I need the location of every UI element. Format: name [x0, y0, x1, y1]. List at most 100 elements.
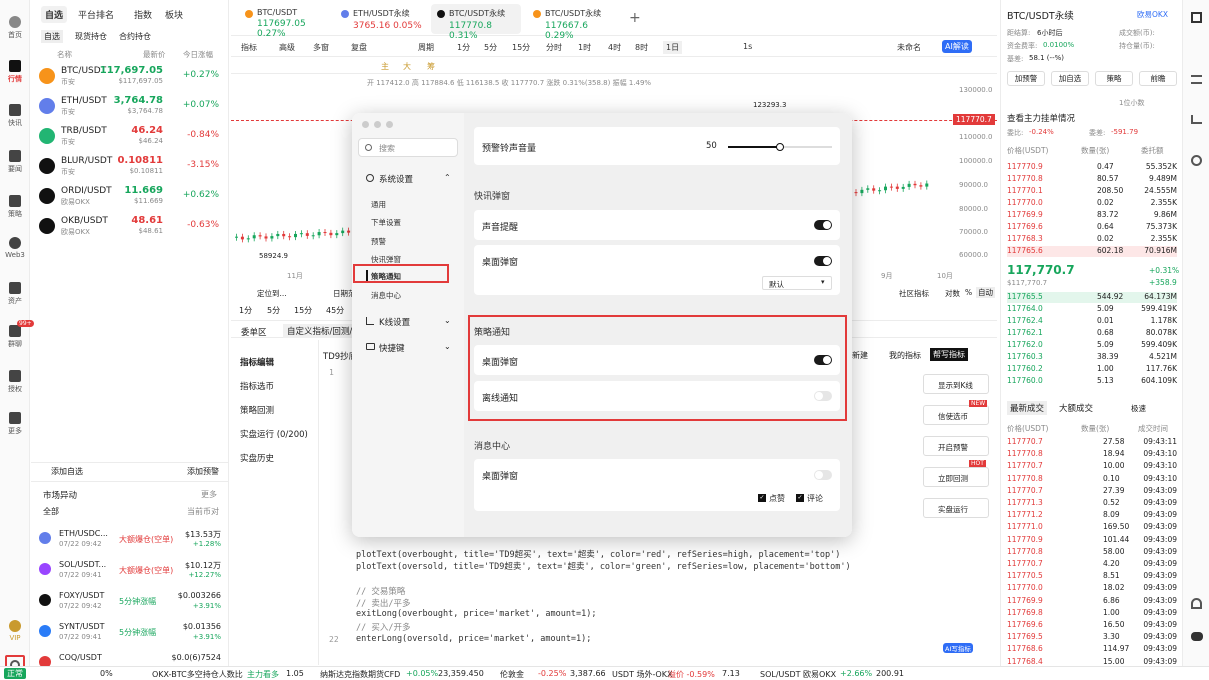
nav-chat[interactable]: 群聊 99+ [0, 320, 34, 349]
col-change[interactable]: 今日涨幅 [183, 49, 213, 60]
ask-row[interactable]: 117770.0 0.02 2.355K [1007, 198, 1177, 209]
comment-checkbox[interactable]: ✓ [796, 494, 804, 502]
alert-row[interactable]: ETH/USDC... 07/22 09:42 大额爆仓(空单) $13.53万… [37, 526, 225, 554]
bid-row[interactable]: 117762.1 0.68 80.078K [1007, 328, 1177, 339]
bid-row[interactable]: 117764.0 5.09 599.419K [1007, 304, 1177, 315]
desktop-popup-toggle[interactable] [814, 256, 832, 266]
ask-row[interactable]: 117769.6 0.64 75.373K [1007, 222, 1177, 233]
like-checkbox[interactable]: ✓ [758, 494, 766, 502]
ask-row[interactable]: 117769.9 83.72 9.86M [1007, 210, 1177, 221]
period-1m[interactable]: 1分 [239, 305, 252, 316]
nav-authorize[interactable]: 授权 [0, 370, 30, 394]
side-live-history[interactable]: 实盘历史 [240, 452, 274, 464]
tb-1m[interactable]: 1分 [457, 42, 470, 53]
editor-action-button[interactable]: 信使选币 [923, 405, 989, 425]
symbol-tab[interactable]: ETH/USDT永续 3765.16 0.05% [335, 4, 425, 34]
book-action-button[interactable]: 加自选 [1051, 71, 1089, 86]
tab-platform-rank[interactable]: 平台排名 [78, 8, 114, 21]
log-toggle[interactable]: 对数 [945, 288, 960, 299]
add-alert-button[interactable]: 添加预警 [187, 466, 219, 477]
settings-general[interactable]: 通用 [371, 199, 386, 210]
nav-headlines[interactable]: 要闻 [0, 150, 30, 174]
auto-toggle[interactable]: 自动 [976, 287, 995, 298]
book-action-button[interactable]: 策略 [1095, 71, 1133, 86]
side-backtest[interactable]: 策略回测 [240, 404, 274, 416]
coin-row[interactable]: TRB/USDT 币安 46.24 $46.24 -0.84% [37, 122, 223, 152]
tb-15m[interactable]: 15分 [512, 42, 530, 53]
tb-1d[interactable]: 1日 [663, 41, 683, 54]
volume-knob[interactable] [775, 143, 784, 151]
kline-settings-group[interactable]: K线设置 [379, 316, 410, 328]
ticker-name[interactable]: SOL/USDT 欧易OKX [760, 669, 836, 680]
settings-message-center[interactable]: 消息中心 [371, 290, 401, 301]
percent-toggle[interactable]: % [965, 288, 972, 297]
tb-8h[interactable]: 8时 [635, 42, 648, 53]
symbol-tab[interactable]: BTC/USDT永续 117770.8 0.31% [431, 4, 521, 41]
editor-action-button[interactable]: 显示到K线 [923, 374, 989, 394]
volume-slider[interactable] [728, 143, 832, 151]
message-desktop-toggle[interactable] [814, 470, 832, 480]
col-name[interactable]: 名称 [57, 49, 72, 60]
tb-timeline[interactable]: 分时 [546, 42, 562, 53]
locate-button[interactable]: 定位到... [257, 288, 287, 299]
nav-market[interactable]: 行情 [0, 60, 30, 84]
code-line[interactable]: enterLong(oversold, price='market', amou… [356, 634, 591, 644]
bid-row[interactable]: 117762.0 5.09 599.409K [1007, 340, 1177, 351]
tb-indicators[interactable]: 指标 [241, 42, 257, 53]
code-line[interactable]: plotText(overbought, title='TD9超买', text… [356, 548, 840, 560]
tab-latest-trades[interactable]: 最新成交 [1007, 401, 1048, 415]
sound-toggle[interactable] [814, 220, 832, 230]
new-indicator[interactable]: 新建 [852, 350, 868, 361]
depth-title[interactable]: 查看主力挂单情况 [1007, 112, 1075, 124]
alert-row[interactable]: SOL/USDT... 07/22 09:41 大额爆仓(空单) $10.12万… [37, 557, 225, 585]
tab-large-trades[interactable]: 大额成交 [1059, 402, 1093, 414]
editor-action-button[interactable]: 立即回测 [923, 467, 989, 487]
tb-advanced[interactable]: 高级 [279, 42, 295, 53]
ask-row[interactable]: 117770.9 0.47 55.352K [1007, 162, 1177, 173]
my-indicators[interactable]: 我的指标 [889, 350, 921, 361]
ask-row[interactable]: 117765.6 602.18 70.916M [1007, 246, 1177, 257]
period-45m[interactable]: 45分 [326, 305, 344, 316]
settings-alert[interactable]: 预警 [371, 236, 386, 247]
coin-row[interactable]: BTC/USDT 币安 117,697.05 $117,697.05 +0.27… [37, 62, 223, 92]
side-indicator-edit[interactable]: 指标编辑 [240, 356, 274, 368]
tb-replay[interactable]: 复盘 [351, 42, 367, 53]
window-dot[interactable] [386, 121, 393, 128]
editor-action-button[interactable]: 开启预警 [923, 436, 989, 456]
sub-tab-contract[interactable]: 合约持仓 [119, 31, 151, 42]
book-action-button[interactable]: 加预警 [1007, 71, 1045, 86]
period-15m[interactable]: 15分 [294, 305, 312, 316]
tb-5m[interactable]: 5分 [484, 42, 497, 53]
settings-search[interactable]: 搜索 [358, 138, 458, 157]
draw-large[interactable]: 大 [403, 61, 411, 72]
coin-row[interactable]: OKB/USDT 欧易OKX 48.61 $48.61 -0.63% [37, 212, 223, 242]
bid-row[interactable]: 117762.4 0.01 1.178K [1007, 316, 1177, 327]
nav-home[interactable]: 首页 [0, 16, 30, 40]
tb-multiwindow[interactable]: 多窗 [313, 42, 329, 53]
code-line[interactable]: // 卖出/平多 [356, 597, 410, 609]
tab-index[interactable]: 指数 [134, 8, 152, 21]
nav-strategy[interactable]: 策略 [0, 195, 30, 219]
tb-1s[interactable]: 1s [743, 42, 752, 51]
ticker-name[interactable]: OKX-BTC多空持仓人数比 [152, 669, 243, 680]
ai-interpret-button[interactable]: AI解读 [942, 40, 972, 53]
tb-1h[interactable]: 1时 [578, 42, 591, 53]
community-indicator[interactable]: 社区指标 [899, 288, 929, 299]
code-line[interactable]: // 买入/开多 [356, 621, 410, 633]
alarm-icon[interactable] [1191, 155, 1202, 166]
trend-icon[interactable] [1191, 115, 1202, 124]
add-tab-icon[interactable]: + [629, 10, 641, 26]
nav-web3[interactable]: Web3 [0, 237, 30, 259]
settings-order[interactable]: 下单设置 [371, 217, 401, 228]
tb-4h[interactable]: 4时 [608, 42, 621, 53]
bid-row[interactable]: 117760.2 1.00 117.76K [1007, 364, 1177, 375]
robot-icon[interactable] [1191, 632, 1203, 641]
coin-row[interactable]: ETH/USDT 币安 3,764.78 $3,764.78 +0.07% [37, 92, 223, 122]
list-icon[interactable] [1191, 75, 1202, 84]
coin-row[interactable]: ORDI/USDT 欧易OKX 11.669 $11.669 +0.62% [37, 182, 223, 212]
tab-custom-indicator[interactable]: 自定义指标/回测/ [283, 324, 357, 338]
window-dot[interactable] [374, 121, 381, 128]
sub-tab-spot[interactable]: 现货持仓 [75, 31, 107, 42]
alerts-filter[interactable]: 全部 [43, 506, 59, 517]
editor-action-button[interactable]: 实盘运行 [923, 498, 989, 518]
